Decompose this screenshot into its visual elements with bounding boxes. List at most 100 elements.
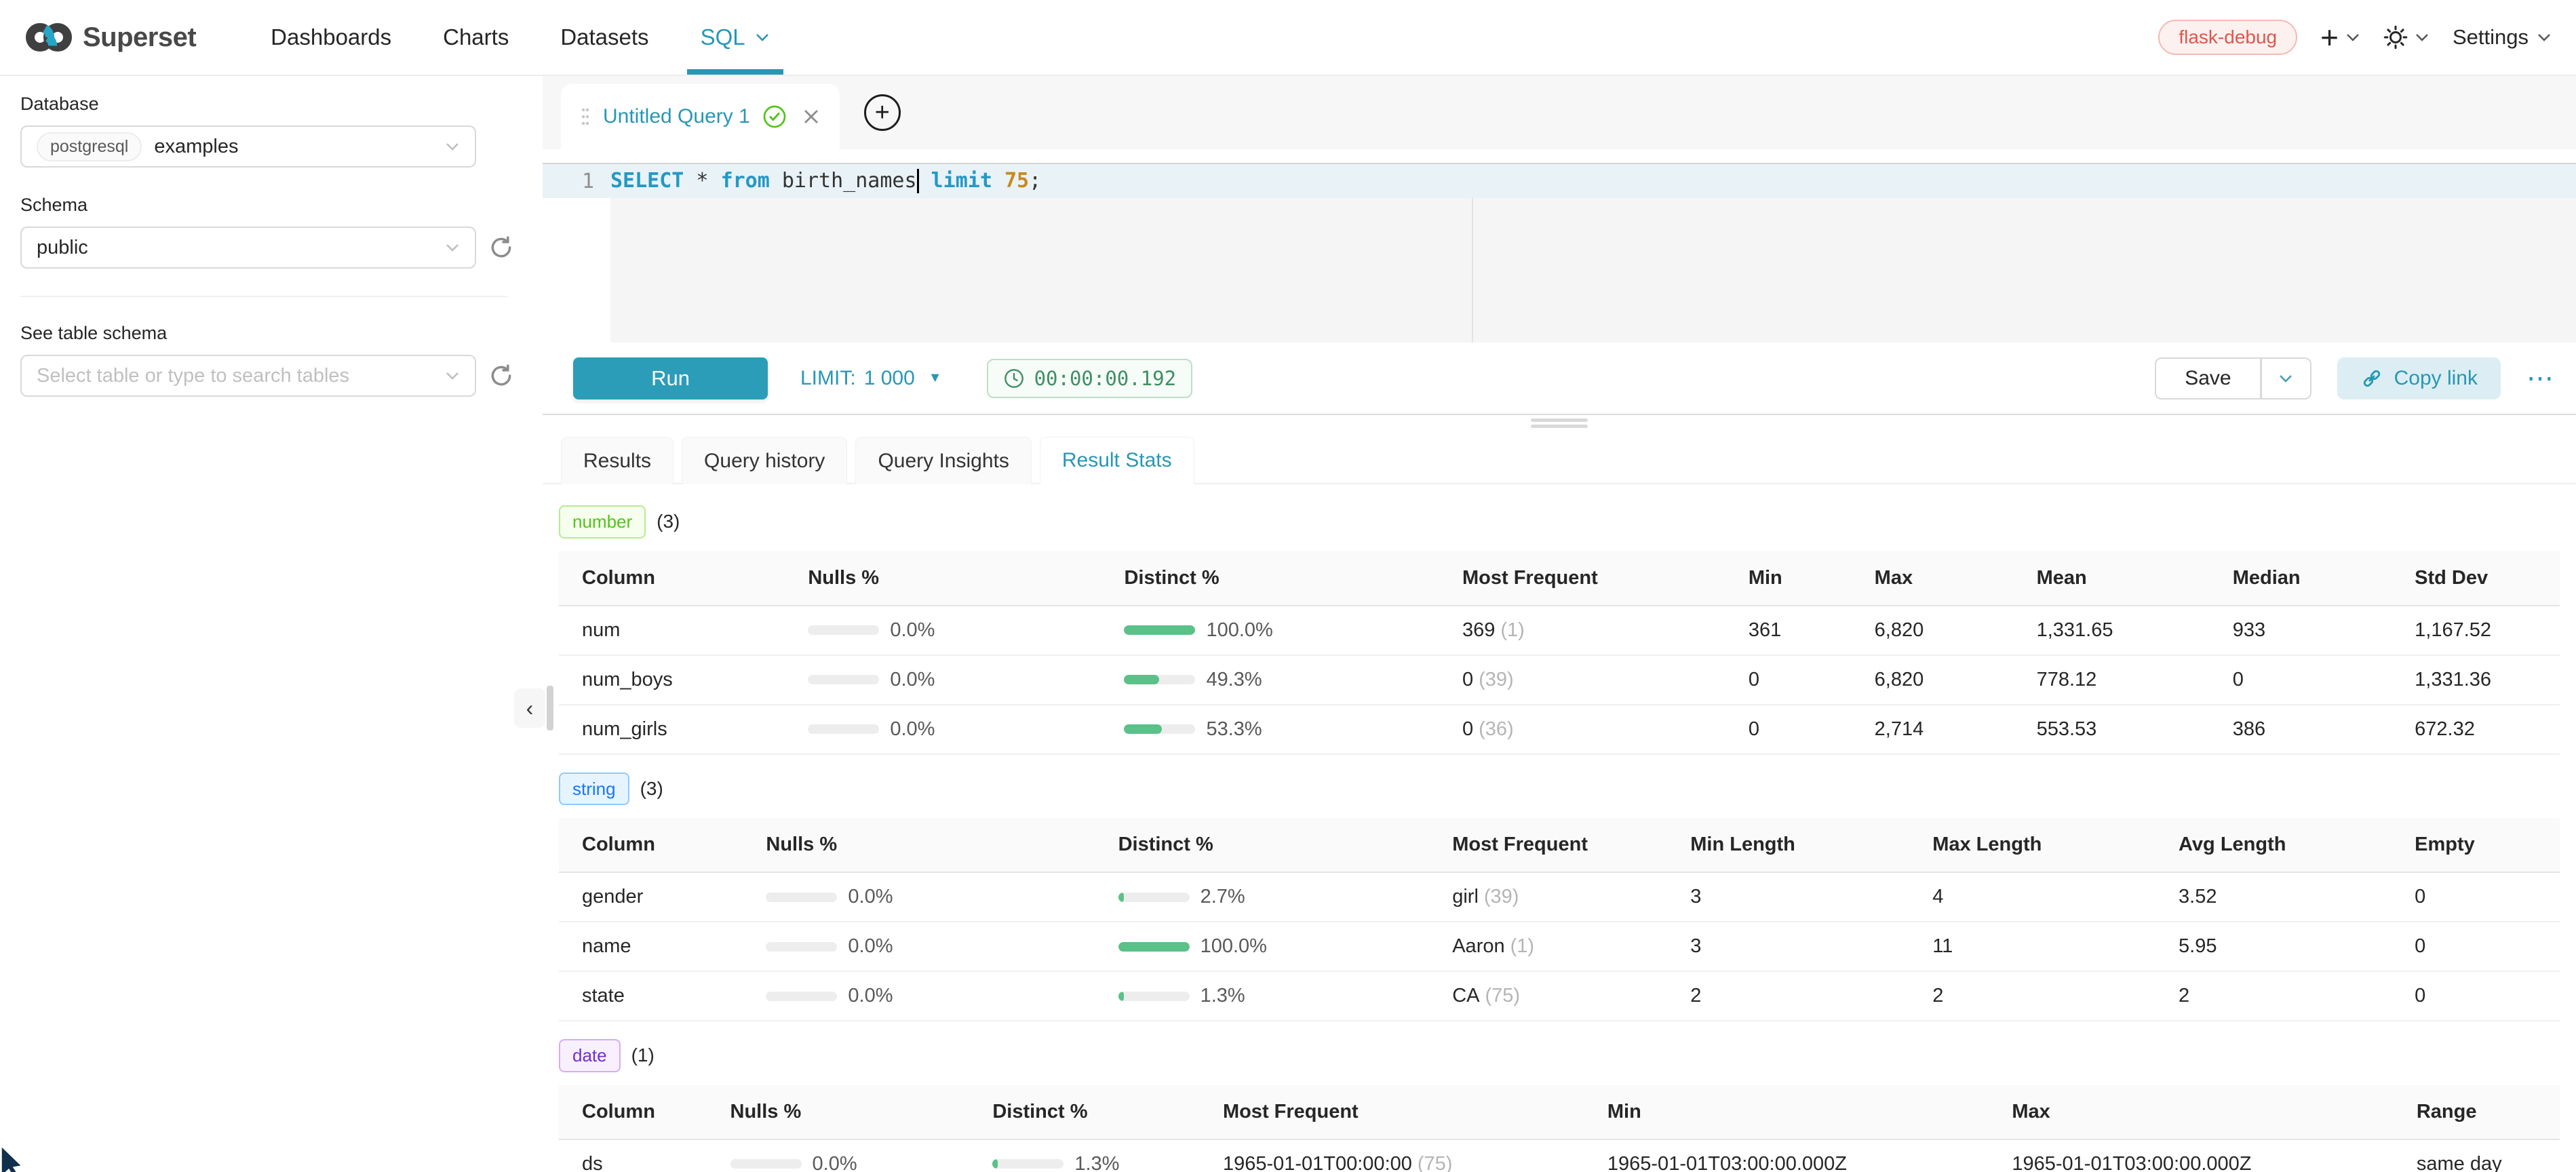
- progress-track: [1118, 992, 1190, 1001]
- sqllab-main: Untitled Query 1 + 1 SELECT * from bir: [543, 76, 2576, 1172]
- save-button[interactable]: Save: [2155, 357, 2261, 399]
- distinct-bar: 100.0%: [1124, 619, 1439, 642]
- table-row: state0.0%1.3%CA(75)2220: [559, 971, 2560, 1021]
- schema-value: public: [37, 237, 88, 259]
- most-frequent-cell: 369(1): [1439, 606, 1725, 655]
- stat-cell: 1,331.36: [2392, 655, 2560, 705]
- column-header: Max: [1852, 551, 2014, 606]
- run-button[interactable]: Run: [573, 357, 768, 399]
- chevron-down-icon: [445, 142, 460, 151]
- most-frequent-value: 0: [1462, 718, 1473, 740]
- tab-query-history[interactable]: Query history: [682, 437, 847, 484]
- header-row: ColumnNulls %Distinct %Most FrequentMinM…: [559, 1085, 2560, 1139]
- theme-toggle-button[interactable]: [2383, 25, 2429, 50]
- most-frequent-value: CA: [1452, 985, 1479, 1007]
- chevron-down-icon: [2345, 33, 2360, 42]
- distinct-cell: 1.3%: [969, 1139, 1200, 1172]
- nulls-percent: 0.0%: [848, 935, 893, 958]
- database-value: examples: [154, 136, 238, 158]
- column-header: Min Length: [1667, 818, 1909, 872]
- sql-token: *: [684, 169, 720, 193]
- nulls-bar: 0.0%: [766, 935, 1095, 958]
- tab-drag-handle-icon: [580, 106, 591, 128]
- nulls-percent: 0.0%: [890, 718, 935, 741]
- progress-track: [808, 675, 879, 684]
- limit-label: LIMIT:: [800, 367, 856, 390]
- nulls-cell: 0.0%: [785, 606, 1101, 655]
- stat-cell: 1965-01-01T03:00:00.000Z: [1989, 1139, 2393, 1172]
- stat-cell: 386: [2210, 705, 2392, 754]
- limit-dropdown[interactable]: LIMIT: 1 000 ▼: [800, 367, 942, 390]
- table-refresh-button[interactable]: [488, 363, 514, 389]
- nulls-bar: 0.0%: [730, 1153, 970, 1172]
- progress-fill: [1118, 942, 1190, 952]
- database-select[interactable]: postgresql examples: [20, 125, 476, 168]
- distinct-cell: 1.3%: [1095, 971, 1430, 1021]
- chevron-down-icon: [755, 33, 770, 42]
- query-timer: 00:00:00.192: [987, 359, 1193, 398]
- result-stats-section-string: string(3)ColumnNulls %Distinct %Most Fre…: [559, 773, 2560, 1022]
- distinct-percent: 2.7%: [1201, 886, 1245, 908]
- stat-cell: 2: [1667, 971, 1909, 1021]
- main-nav: Dashboards Charts Datasets SQL: [245, 0, 795, 75]
- settings-menu[interactable]: Settings: [2453, 25, 2552, 50]
- progress-fill: [1118, 992, 1124, 1001]
- column-header: Distinct %: [969, 1085, 1200, 1139]
- link-icon: [2360, 367, 2383, 390]
- sql-token: limit: [931, 169, 992, 193]
- most-frequent-count: (36): [1479, 718, 1514, 740]
- new-item-button[interactable]: +: [2320, 22, 2360, 53]
- stat-cell: 1,167.52: [2392, 606, 2560, 655]
- query-tab-bar: Untitled Query 1 +: [543, 76, 2576, 149]
- stat-cell: 1,331.65: [2014, 606, 2210, 655]
- table-schema-label: See table schema: [20, 323, 543, 344]
- panel-splitter[interactable]: [543, 415, 2576, 429]
- nav-item-datasets[interactable]: Datasets: [534, 0, 674, 75]
- tab-results[interactable]: Results: [561, 437, 674, 484]
- column-name-cell: num: [559, 606, 785, 655]
- chevron-left-icon: ‹: [526, 696, 534, 721]
- sql-editor[interactable]: 1 SELECT * from birth_names limit 75;: [543, 163, 2576, 343]
- column-header: Distinct %: [1095, 818, 1430, 872]
- query-tab[interactable]: Untitled Query 1: [561, 84, 840, 149]
- tab-result-stats[interactable]: Result Stats: [1040, 437, 1194, 484]
- plus-icon: +: [875, 100, 890, 125]
- distinct-cell: 2.7%: [1095, 872, 1430, 922]
- stats-table: ColumnNulls %Distinct %Most FrequentMin …: [559, 818, 2560, 1021]
- panel-resize-handle[interactable]: [547, 686, 553, 730]
- sql-token: SELECT: [610, 169, 684, 193]
- add-tab-button[interactable]: +: [864, 94, 901, 131]
- stat-cell: 553.53: [2014, 705, 2210, 754]
- copy-link-button[interactable]: Copy link: [2337, 357, 2501, 399]
- stat-cell: 933: [2210, 606, 2392, 655]
- most-frequent-value: 0: [1462, 669, 1473, 690]
- stat-cell: same day: [2394, 1139, 2560, 1172]
- table-select[interactable]: Select table or type to search tables: [20, 355, 476, 397]
- nav-item-charts[interactable]: Charts: [417, 0, 534, 75]
- nulls-bar: 0.0%: [766, 886, 1095, 908]
- save-options-button[interactable]: [2261, 357, 2311, 399]
- header-row: ColumnNulls %Distinct %Most FrequentMin …: [559, 818, 2560, 872]
- nav-item-sql[interactable]: SQL: [675, 0, 796, 75]
- progress-fill: [1118, 893, 1124, 902]
- stat-cell: 0: [2392, 872, 2560, 922]
- tab-query-insights[interactable]: Query Insights: [855, 437, 1031, 484]
- editor-toolbar: Run LIMIT: 1 000 ▼ 00:00:00.192 Save: [543, 343, 2576, 415]
- distinct-percent: 49.3%: [1206, 669, 1262, 691]
- table-row: num_girls0.0%53.3%0(36)02,714553.5338667…: [559, 705, 2560, 754]
- plus-icon: +: [2320, 22, 2339, 53]
- tab-close-icon[interactable]: [802, 107, 821, 126]
- superset-logo[interactable]: Superset: [24, 21, 196, 54]
- settings-label: Settings: [2453, 25, 2529, 50]
- schema-refresh-button[interactable]: [488, 235, 514, 260]
- more-options-button[interactable]: ⋯: [2526, 365, 2556, 392]
- nav-item-dashboards[interactable]: Dashboards: [245, 0, 417, 75]
- progress-track: [766, 893, 837, 902]
- number-type-tag: number: [559, 505, 646, 539]
- progress-track: [1124, 625, 1195, 635]
- collapse-panel-button[interactable]: ‹: [514, 688, 545, 728]
- distinct-percent: 100.0%: [1206, 619, 1272, 642]
- most-frequent-cell: Aaron(1): [1429, 922, 1667, 971]
- limit-value: 1 000: [864, 367, 915, 390]
- schema-select[interactable]: public: [20, 227, 476, 269]
